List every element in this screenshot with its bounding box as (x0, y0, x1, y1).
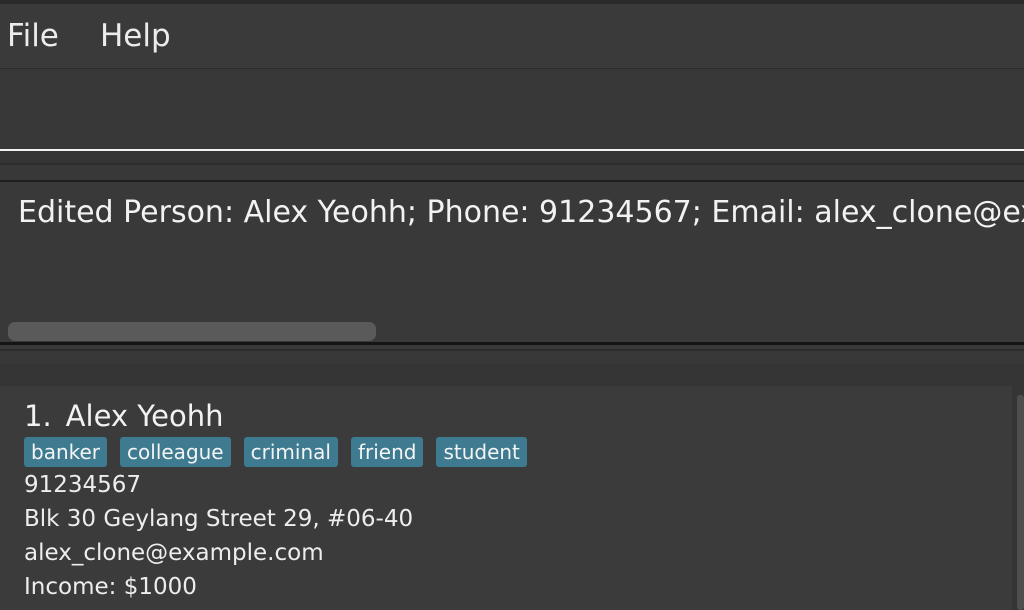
menu-bar: File Help (0, 4, 1024, 69)
person-header: 1. Alex Yeohh (24, 398, 224, 434)
command-box (0, 69, 1024, 149)
tag: student (436, 437, 527, 467)
horizontal-scrollbar-thumb[interactable] (8, 322, 376, 341)
tag: criminal (243, 437, 338, 467)
tag: banker (24, 437, 108, 467)
person-name: Alex Yeohh (65, 399, 224, 433)
tag: friend (350, 437, 424, 467)
address-book-window: File Help Edited Person: Alex Yeohh; Pho… (0, 0, 1024, 610)
person-income: Income: $1000 (24, 574, 197, 600)
vertical-scrollbar[interactable] (1017, 395, 1024, 610)
tag-list: banker colleague criminal friend student (24, 437, 527, 467)
person-address: Blk 30 Geylang Street 29, #06-40 (24, 506, 414, 532)
menu-file[interactable]: File (7, 16, 59, 56)
person-index: 1. (24, 399, 52, 433)
result-display[interactable]: Edited Person: Alex Yeohh; Phone: 912345… (0, 180, 1024, 345)
person-phone: 91234567 (24, 472, 142, 498)
separator-line (0, 163, 1024, 165)
tag: colleague (120, 437, 231, 467)
menu-help[interactable]: Help (100, 16, 171, 56)
person-email: alex_clone@example.com (24, 540, 324, 566)
result-message: Edited Person: Alex Yeohh; Phone: 912345… (18, 195, 1024, 230)
command-input[interactable] (0, 69, 1024, 149)
separator-line (0, 349, 1024, 351)
